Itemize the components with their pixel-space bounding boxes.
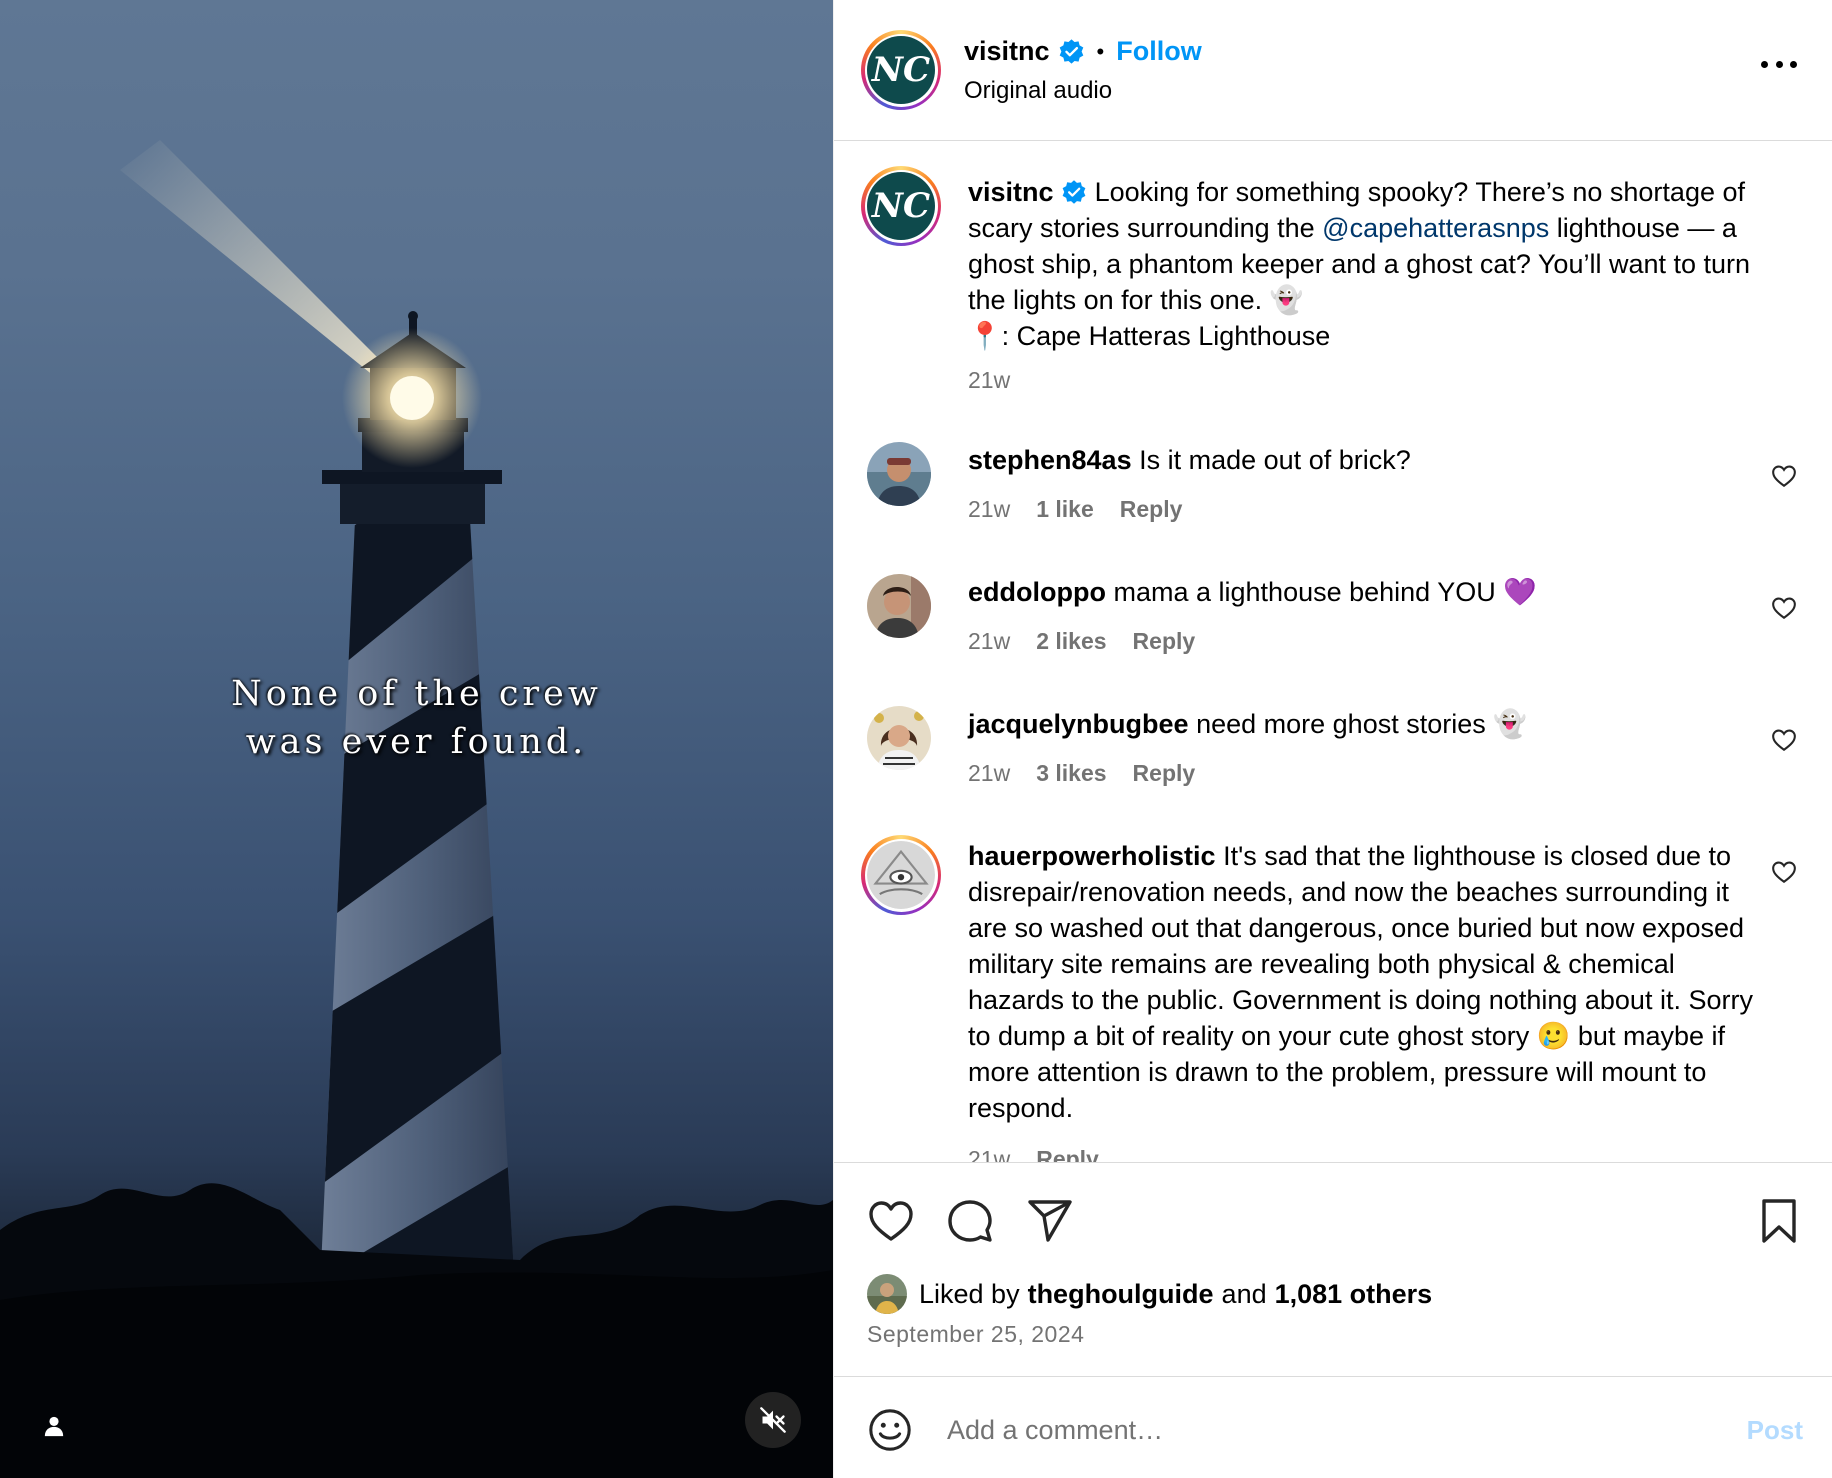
liked-by-prefix: Liked by [919, 1278, 1020, 1309]
post-header: NC visitnc • Follow Original audio [834, 0, 1832, 141]
comment-likes[interactable]: 3 likes [1036, 760, 1106, 787]
commenter-avatar-story[interactable] [861, 835, 941, 915]
comment-4: hauerpowerholistic It's sad that the lig… [968, 838, 1758, 1126]
reply-button[interactable]: Reply [1133, 628, 1196, 655]
liked-by-and: and [1221, 1278, 1267, 1309]
post-sidebar: NC visitnc • Follow Original audio NC vi… [833, 0, 1832, 1478]
nc-logo: NC [867, 36, 935, 104]
comment-username[interactable]: hauerpowerholistic [968, 841, 1216, 871]
reply-button[interactable]: Reply [1133, 760, 1196, 787]
like-heart-icon[interactable] [867, 1197, 915, 1245]
save-bookmark-icon[interactable] [1755, 1197, 1803, 1245]
caption-time[interactable]: 21w [968, 367, 1010, 394]
caption-username[interactable]: visitnc [968, 177, 1054, 207]
comment-likes[interactable]: 2 likes [1036, 628, 1106, 655]
audio-label[interactable]: Original audio [964, 77, 1112, 105]
reel-video[interactable]: None of the crew was ever found. [0, 0, 833, 1478]
liked-by-others[interactable]: 1,081 others [1275, 1279, 1433, 1310]
comment-text: mama a lighthouse behind YOU 💜 [1113, 577, 1537, 607]
comment-username[interactable]: eddoloppo [968, 577, 1106, 607]
reply-button[interactable]: Reply [1120, 496, 1183, 523]
likes-summary[interactable]: Liked by theghoulguide and 1,081 others [867, 1274, 1432, 1314]
like-comment-heart-icon[interactable] [1771, 596, 1797, 620]
comment-text: Is it made out of brick? [1139, 445, 1411, 475]
follow-button[interactable]: Follow [1116, 36, 1201, 67]
caption-line: was ever found. [245, 722, 588, 762]
comment-composer: Post [834, 1376, 1832, 1478]
mute-toggle-button[interactable] [745, 1392, 801, 1448]
comment-username[interactable]: jacquelynbugbee [968, 709, 1189, 739]
commenter-avatar[interactable] [867, 442, 931, 506]
separator-dot: • [1096, 38, 1105, 64]
comment-username[interactable]: stephen84as [968, 445, 1132, 475]
post-date[interactable]: September 25, 2024 [867, 1321, 1084, 1348]
author-username[interactable]: visitnc [964, 36, 1050, 67]
comment-bubble-icon[interactable] [946, 1197, 994, 1245]
video-caption-text: None of the crew was ever found. [0, 670, 833, 766]
comment-text: It's sad that the lighthouse is closed d… [968, 841, 1753, 1123]
comment-likes[interactable]: 1 like [1036, 496, 1094, 523]
comment-time[interactable]: 21w [968, 1146, 1010, 1162]
like-comment-heart-icon[interactable] [1771, 860, 1797, 884]
comment-meta: 21w 3 likes Reply [968, 760, 1195, 787]
mention-link[interactable]: @capehatterasnps [1322, 213, 1549, 243]
caption-meta: 21w [968, 367, 1010, 394]
share-paper-plane-icon[interactable] [1026, 1197, 1074, 1245]
comment-meta: 21w 1 like Reply [968, 496, 1182, 523]
comment-meta: 21w 2 likes Reply [968, 628, 1195, 655]
commenter-avatar[interactable] [867, 574, 931, 638]
commenter-avatar[interactable] [867, 706, 931, 770]
verified-badge-icon [1062, 180, 1086, 204]
comments-list[interactable]: NC visitnc Looking for something spooky?… [834, 142, 1832, 1162]
liker-avatar [867, 1274, 907, 1314]
speaker-muted-icon [760, 1407, 786, 1433]
reply-button[interactable]: Reply [1036, 1146, 1099, 1162]
liked-by-user[interactable]: theghoulguide [1028, 1279, 1214, 1310]
comment-3: jacquelynbugbee need more ghost stories … [968, 706, 1768, 742]
like-comment-heart-icon[interactable] [1771, 464, 1797, 488]
more-options-icon[interactable] [1761, 56, 1797, 72]
emoji-icon[interactable] [867, 1407, 913, 1453]
nc-logo: NC [867, 172, 935, 240]
avatar-photo [867, 574, 931, 638]
comment-time[interactable]: 21w [968, 496, 1010, 523]
like-comment-heart-icon[interactable] [1771, 728, 1797, 752]
post-caption: visitnc Looking for something spooky? Th… [968, 174, 1768, 354]
verified-badge-icon [1059, 39, 1083, 64]
comment-1: stephen84as Is it made out of brick? [968, 442, 1768, 478]
post-comment-button[interactable]: Post [1747, 1415, 1803, 1446]
comment-input[interactable] [947, 1407, 1647, 1453]
comment-text: need more ghost stories 👻 [1196, 709, 1527, 739]
author-avatar[interactable]: NC [861, 30, 941, 110]
comment-2: eddoloppo mama a lighthouse behind YOU 💜 [968, 574, 1768, 610]
avatar-photo [867, 706, 931, 770]
caption-line: None of the crew [231, 674, 602, 714]
avatar-photo [867, 1274, 907, 1314]
comment-meta: 21w Reply [968, 1146, 1099, 1162]
post-actions: Liked by theghoulguide and 1,081 others … [834, 1162, 1832, 1377]
caption-location: 📍: Cape Hatteras Lighthouse [968, 321, 1331, 351]
tagged-users-button[interactable] [38, 1410, 70, 1442]
avatar-photo [867, 841, 935, 909]
avatar-photo [867, 442, 931, 506]
comment-time[interactable]: 21w [968, 760, 1010, 787]
caption-author-avatar[interactable]: NC [861, 166, 941, 246]
comment-time[interactable]: 21w [968, 628, 1010, 655]
person-icon [44, 1416, 64, 1437]
